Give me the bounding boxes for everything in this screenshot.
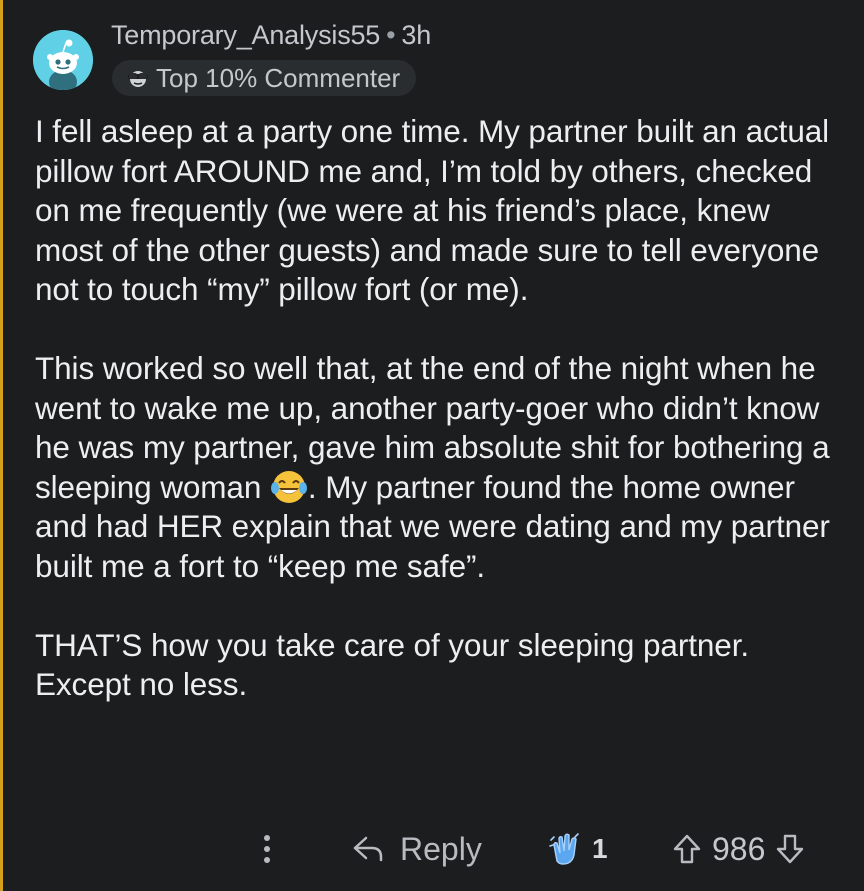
username-link[interactable]: Temporary_Analysis55 xyxy=(111,20,380,50)
vertical-ellipsis-icon xyxy=(264,835,270,863)
vote-score: 986 xyxy=(712,830,766,867)
reply-arrow-icon xyxy=(353,836,383,862)
award-count: 1 xyxy=(592,833,608,864)
vote-controls: 986 xyxy=(672,825,805,873)
comment-paragraph: I fell asleep at a party one time. My pa… xyxy=(35,113,830,307)
user-avatar[interactable] xyxy=(33,30,93,90)
comment-header: Temporary_Analysis55 • 3h xyxy=(111,20,431,51)
reply-button[interactable]: Reply xyxy=(352,825,482,873)
badge-label: Top 10% Commenter xyxy=(156,62,401,93)
thread-line[interactable] xyxy=(0,0,3,891)
comment-paragraph: This worked so well that, at the end of … xyxy=(35,349,840,586)
upvote-arrow-icon[interactable] xyxy=(672,832,702,866)
user-flair-badge[interactable]: Top 10% Commenter xyxy=(112,60,417,96)
comment-action-bar: Reply 1 986 xyxy=(0,825,864,873)
more-options-button[interactable] xyxy=(258,825,276,873)
face-with-tears-of-joy-emoji-icon xyxy=(270,470,307,503)
downvote-arrow-icon[interactable] xyxy=(775,832,805,866)
award-button[interactable]: 1 xyxy=(548,825,608,873)
comment-paragraph: THAT’S how you take care of your sleepin… xyxy=(35,626,750,703)
reddit-snoo-avatar-icon xyxy=(33,30,93,90)
comment-age: 3h xyxy=(401,20,432,50)
comment-body: I fell asleep at a party one time. My pa… xyxy=(35,112,840,705)
clapping-hands-award-icon xyxy=(549,833,579,865)
reply-label: Reply xyxy=(400,830,482,867)
meta-separator: • xyxy=(386,20,396,50)
sunglasses-face-icon xyxy=(128,71,148,87)
